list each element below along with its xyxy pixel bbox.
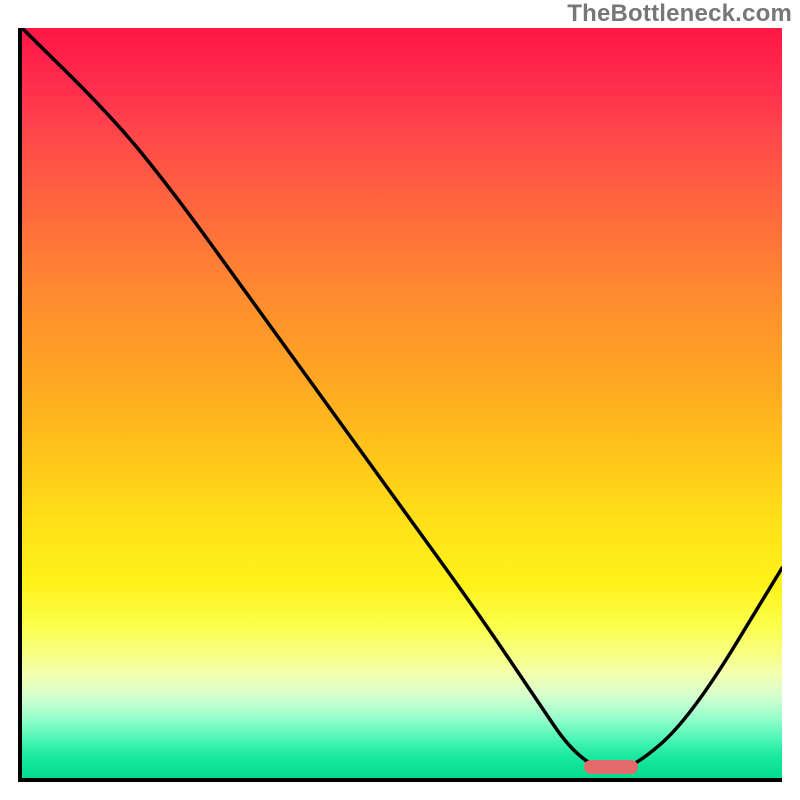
curve-path [22, 28, 782, 771]
optimal-region-marker [584, 760, 637, 774]
watermark-text: TheBottleneck.com [567, 0, 792, 28]
bottleneck-curve [22, 28, 782, 778]
chart-container: TheBottleneck.com [0, 0, 800, 800]
plot-area [18, 28, 782, 782]
